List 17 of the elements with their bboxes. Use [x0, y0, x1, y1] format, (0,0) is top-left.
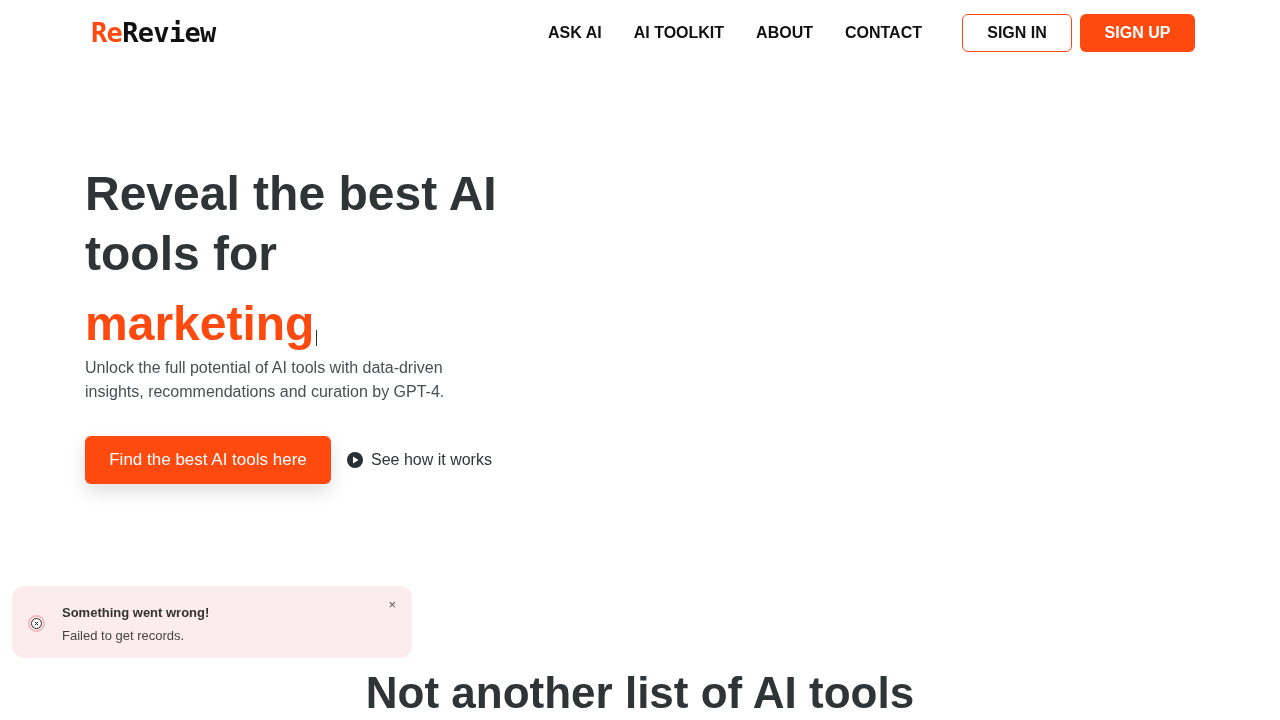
- toast-title: Something went wrong!: [62, 604, 210, 622]
- hero-highlight: marketing: [85, 296, 315, 352]
- nav-link[interactable]: AI TOOLKIT: [633, 21, 725, 45]
- sign-in-button[interactable]: SIGN IN: [962, 14, 1072, 52]
- nav-link[interactable]: ASK AI: [548, 21, 602, 45]
- logo[interactable]: ReReview: [91, 12, 216, 54]
- see-how-link[interactable]: See how it works: [347, 448, 492, 472]
- nav-link[interactable]: CONTACT: [844, 21, 922, 45]
- nav-link[interactable]: ABOUT: [756, 21, 813, 45]
- close-button[interactable]: ×: [388, 595, 396, 615]
- error-icon: [28, 615, 45, 632]
- section-heading: Not another list of AI tools: [364, 668, 916, 718]
- play-icon: [347, 452, 363, 468]
- hero-title: Reveal the best AI tools for: [85, 166, 498, 282]
- hero-subtitle: Unlock the full potential of AI tools with data-driven insights, recommendations and curation by GPT-4.: [85, 358, 446, 402]
- text-cursor-icon: [316, 330, 318, 346]
- toast-message: Failed to get records.: [62, 626, 186, 645]
